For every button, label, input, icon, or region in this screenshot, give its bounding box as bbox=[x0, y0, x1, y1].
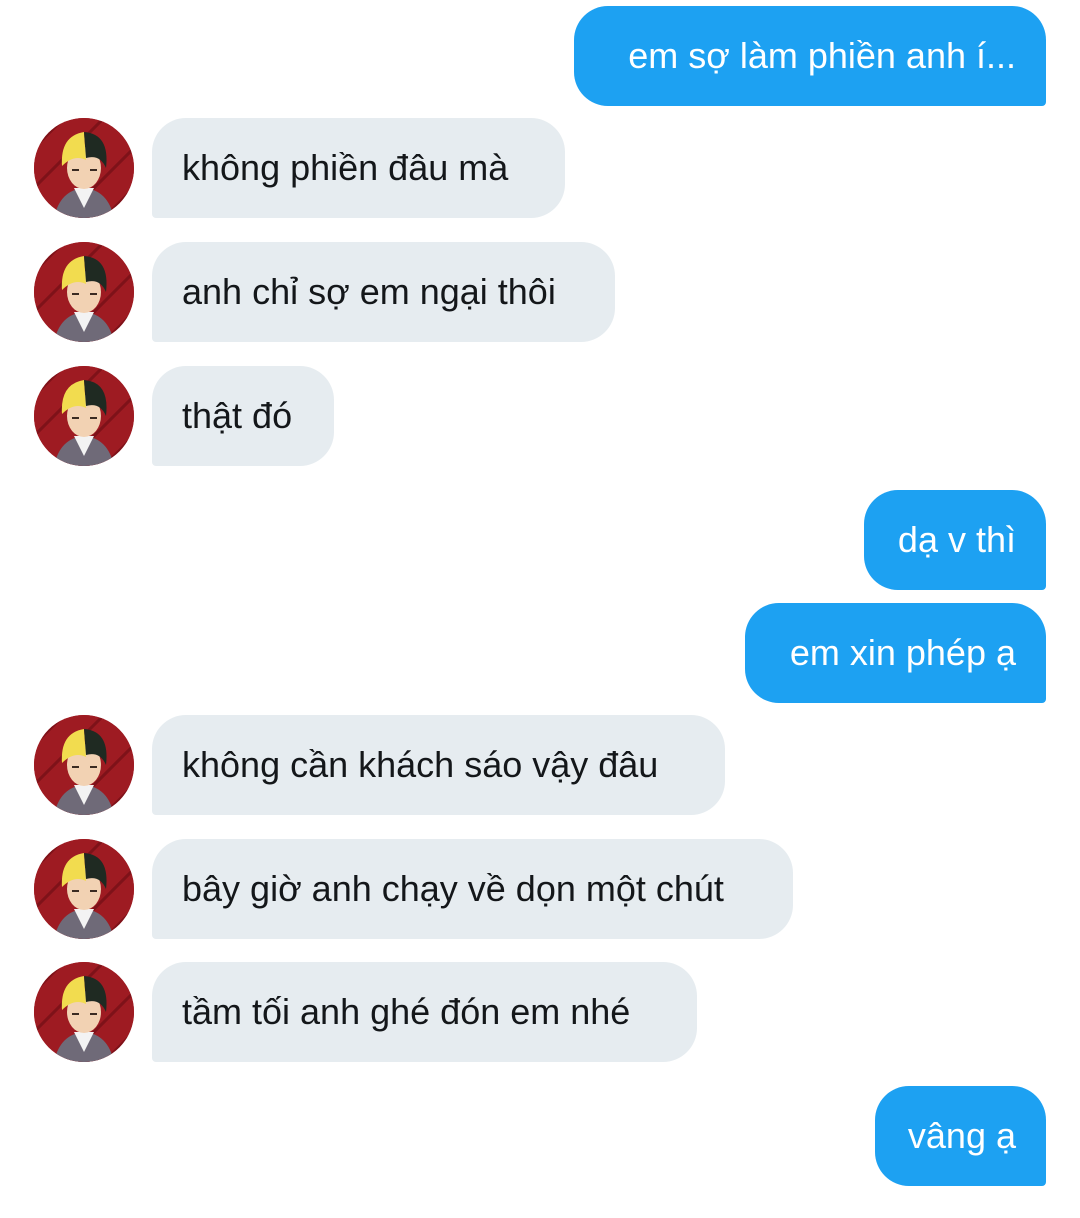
incoming-message-bubble[interactable]: không phiền đâu mà bbox=[152, 118, 565, 218]
incoming-message-bubble[interactable]: không cần khách sáo vậy đâu bbox=[152, 715, 725, 815]
incoming-message-bubble[interactable]: thật đó bbox=[152, 366, 334, 466]
outgoing-message-bubble[interactable]: dạ v thì bbox=[864, 490, 1046, 590]
contact-avatar[interactable] bbox=[34, 715, 134, 815]
anime-character-avatar-icon bbox=[34, 366, 134, 466]
incoming-message-bubble[interactable]: tầm tối anh ghé đón em nhé bbox=[152, 962, 697, 1062]
incoming-message-bubble[interactable]: bây giờ anh chạy về dọn một chút bbox=[152, 839, 793, 939]
anime-character-avatar-icon bbox=[34, 118, 134, 218]
message-text: bây giờ anh chạy về dọn một chút bbox=[182, 868, 724, 909]
outgoing-message-bubble[interactable]: em sợ làm phiền anh í... bbox=[574, 6, 1046, 106]
message-text: không phiền đâu mà bbox=[182, 147, 509, 188]
chat-thread: em sợ làm phiền anh í... không phiền đâu… bbox=[0, 0, 1080, 1218]
outgoing-message-bubble[interactable]: em xin phép ạ bbox=[745, 603, 1046, 703]
incoming-message-bubble[interactable]: anh chỉ sợ em ngại thôi bbox=[152, 242, 615, 342]
message-text: dạ v thì bbox=[897, 519, 1016, 560]
message-text: anh chỉ sợ em ngại thôi bbox=[182, 271, 556, 312]
message-text: vâng ạ bbox=[907, 1115, 1016, 1156]
message-text: không cần khách sáo vậy đâu bbox=[182, 744, 659, 785]
contact-avatar[interactable] bbox=[34, 839, 134, 939]
anime-character-avatar-icon bbox=[34, 242, 134, 342]
message-text: em sợ làm phiền anh í... bbox=[628, 35, 1016, 76]
contact-avatar[interactable] bbox=[34, 242, 134, 342]
message-text: em xin phép ạ bbox=[789, 632, 1016, 673]
message-text: thật đó bbox=[182, 395, 293, 436]
anime-character-avatar-icon bbox=[34, 715, 134, 815]
contact-avatar[interactable] bbox=[34, 962, 134, 1062]
message-text: tầm tối anh ghé đón em nhé bbox=[182, 991, 631, 1032]
contact-avatar[interactable] bbox=[34, 366, 134, 466]
outgoing-message-bubble[interactable]: vâng ạ bbox=[875, 1086, 1046, 1186]
anime-character-avatar-icon bbox=[34, 839, 134, 939]
contact-avatar[interactable] bbox=[34, 118, 134, 218]
anime-character-avatar-icon bbox=[34, 962, 134, 1062]
